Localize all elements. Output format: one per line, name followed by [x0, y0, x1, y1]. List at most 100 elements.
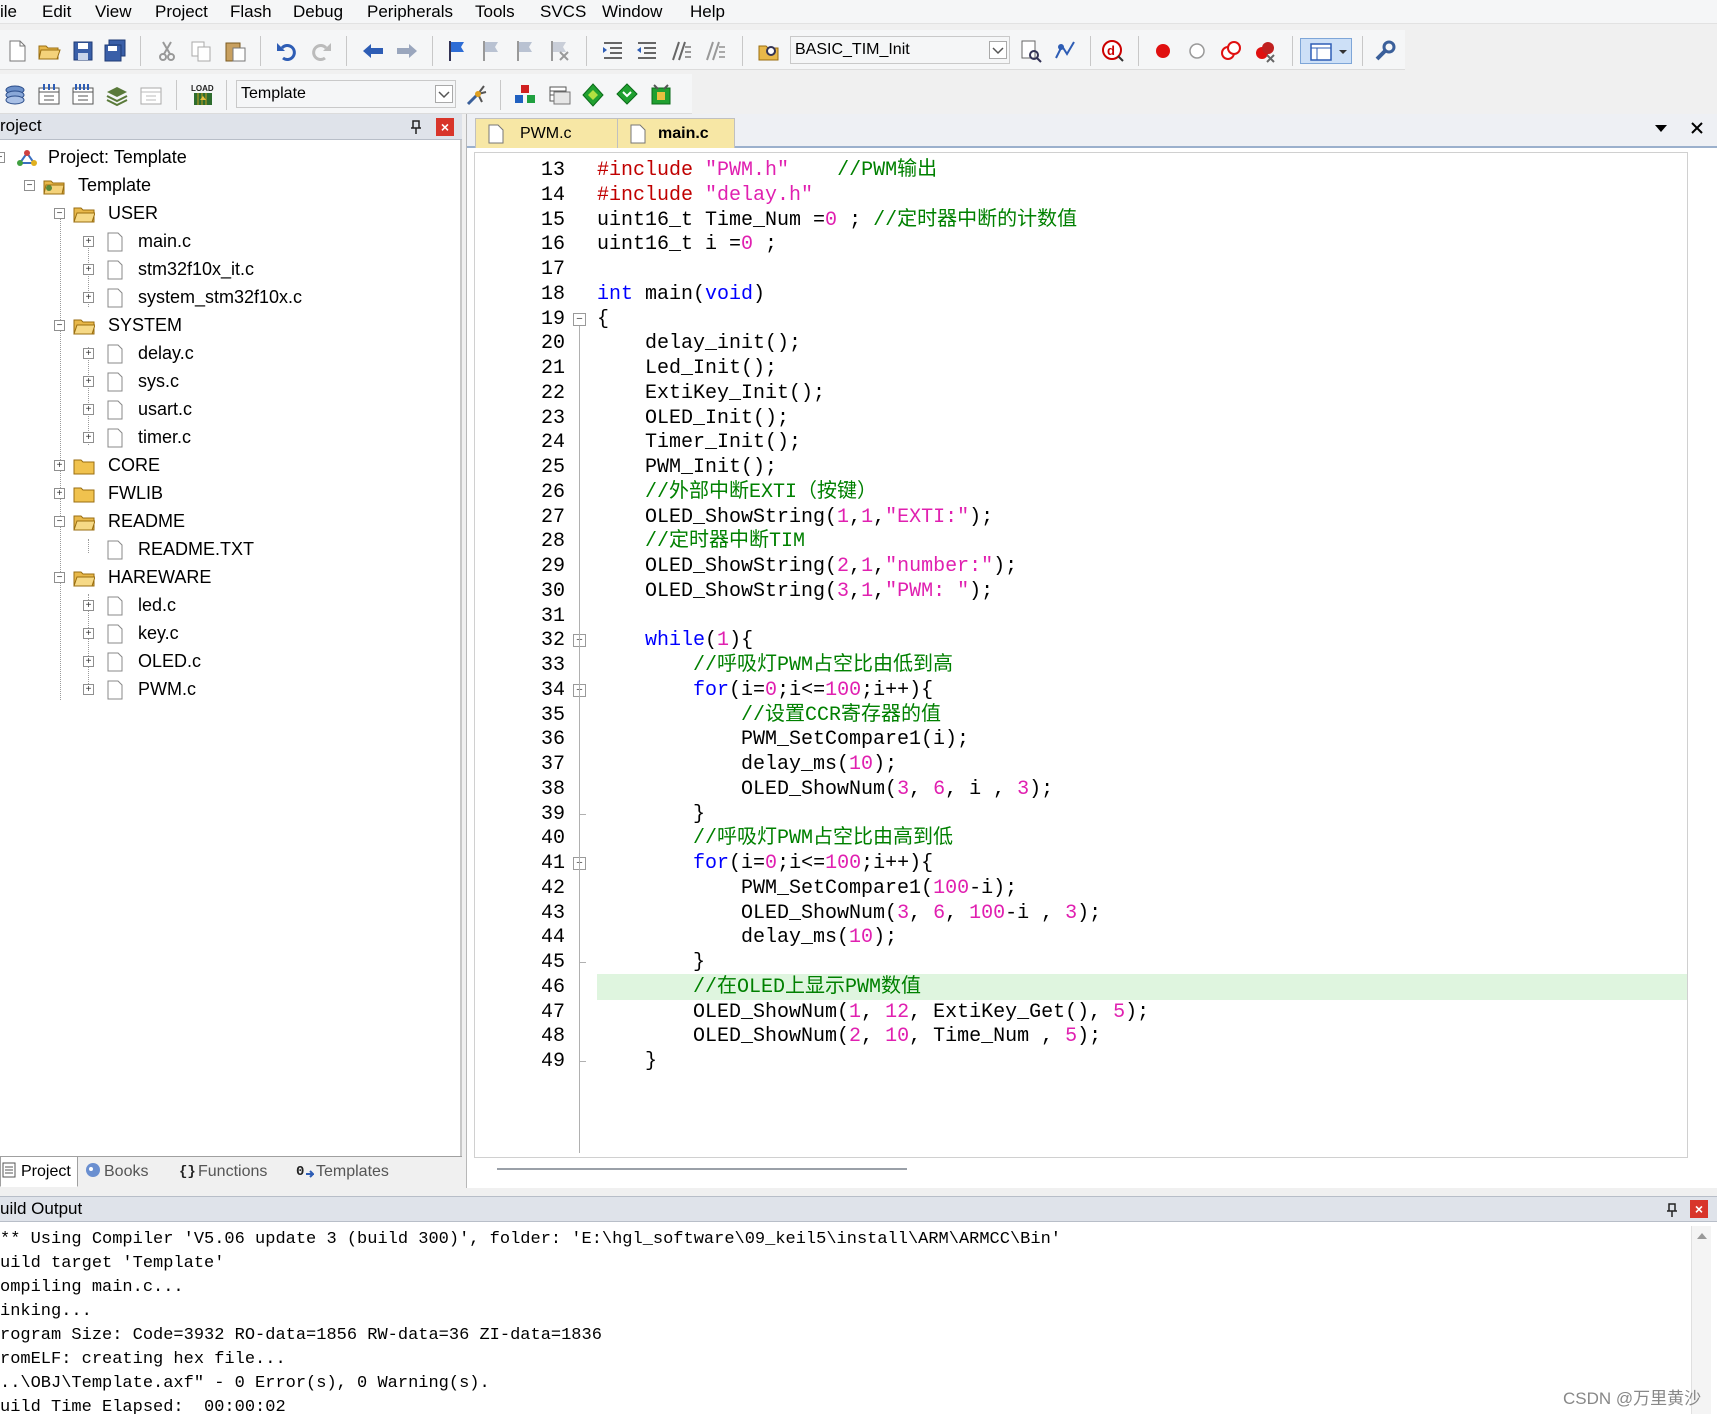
pack-installer-icon[interactable] — [580, 82, 606, 108]
tree-file[interactable]: + key.c — [0, 620, 450, 648]
tree-file[interactable]: + OLED.c — [0, 648, 450, 676]
tree-file[interactable]: + led.c — [0, 592, 450, 620]
menu-svcs[interactable]: SVCS — [540, 1, 586, 23]
paste-icon[interactable] — [222, 38, 248, 64]
tree-file[interactable]: + system_stm32f10x.c — [0, 284, 450, 312]
target-options-icon[interactable] — [464, 82, 490, 108]
fold-collapse-icon[interactable]: − — [573, 312, 586, 326]
tab-project[interactable]: Project — [0, 1157, 78, 1187]
select-packs-icon[interactable] — [546, 82, 572, 108]
save-icon[interactable] — [70, 38, 96, 64]
target-select[interactable]: Template — [236, 80, 456, 108]
find-icon[interactable] — [1018, 38, 1044, 64]
incremental-find-icon[interactable] — [1052, 38, 1078, 64]
expand-icon[interactable]: + — [83, 432, 94, 443]
expand-icon[interactable]: + — [83, 600, 94, 611]
chevron-down-icon[interactable] — [435, 85, 453, 103]
tab-books[interactable]: Books — [84, 1157, 170, 1187]
prev-bookmark-icon[interactable] — [478, 38, 504, 64]
nav-back-icon[interactable] — [360, 38, 386, 64]
copy-icon[interactable] — [188, 38, 214, 64]
tree-file[interactable]: + PWM.c — [0, 676, 450, 704]
expand-icon[interactable]: + — [83, 236, 94, 247]
editor-tab-pwm[interactable]: PWM.c — [475, 118, 621, 148]
clear-bookmarks-icon[interactable] — [546, 38, 572, 64]
tree-file[interactable]: + usart.c — [0, 396, 450, 424]
nav-forward-icon[interactable] — [394, 38, 420, 64]
expand-icon[interactable]: + — [83, 684, 94, 695]
collapse-icon[interactable]: − — [0, 152, 5, 163]
tree-target[interactable]: − Template — [0, 172, 450, 200]
debug-session-icon[interactable]: d — [1100, 38, 1126, 64]
editor-tab-main[interactable]: main.c — [617, 118, 735, 148]
disable-all-breakpoints-icon[interactable] — [1218, 38, 1244, 64]
redo-icon[interactable] — [308, 38, 334, 64]
cut-icon[interactable] — [154, 38, 180, 64]
tab-templates[interactable]: 0 Templates — [296, 1157, 412, 1187]
menu-window[interactable]: Window — [602, 1, 662, 23]
expand-icon[interactable]: + — [54, 460, 65, 471]
undo-icon[interactable] — [274, 38, 300, 64]
tree-group-user[interactable]: − USER — [0, 200, 450, 228]
close-icon[interactable]: × — [436, 118, 454, 136]
pin-icon[interactable] — [1664, 1202, 1680, 1218]
menu-peripherals[interactable]: Peripherals — [367, 1, 453, 23]
close-icon[interactable]: × — [1690, 1200, 1708, 1218]
configure-icon[interactable] — [1372, 38, 1398, 64]
horizontal-scrollbar[interactable] — [497, 1168, 907, 1172]
breakpoint-icon[interactable] — [1150, 38, 1176, 64]
expand-icon[interactable]: + — [83, 264, 94, 275]
close-editor-icon[interactable] — [1689, 120, 1705, 140]
batch-build-icon[interactable] — [104, 82, 130, 108]
code-editor[interactable]: 13 14 15 16 17 18 19 20 21 22 23 24 25 26 27 28 29 30 31 32… — [474, 152, 1688, 1158]
menu-project[interactable]: Project — [155, 1, 208, 23]
collapse-icon[interactable]: − — [54, 516, 65, 527]
save-all-icon[interactable] — [102, 38, 128, 64]
expand-icon[interactable]: + — [83, 628, 94, 639]
open-folder-icon[interactable] — [36, 38, 62, 64]
menu-flash[interactable]: Flash — [230, 1, 272, 23]
tree-group-system[interactable]: − SYSTEM — [0, 312, 450, 340]
bookmark-icon[interactable] — [444, 38, 470, 64]
find-in-files-icon[interactable] — [756, 38, 782, 64]
expand-icon[interactable]: + — [83, 348, 94, 359]
manage-rte-icon[interactable] — [614, 82, 640, 108]
manage-components-icon[interactable] — [512, 82, 538, 108]
new-file-icon[interactable] — [4, 38, 30, 64]
collapse-icon[interactable]: − — [54, 320, 65, 331]
expand-icon[interactable]: + — [54, 488, 65, 499]
tree-group-readme[interactable]: − README — [0, 508, 450, 536]
stop-build-icon[interactable] — [138, 82, 164, 108]
find-combo[interactable]: BASIC_TIM_Init — [790, 36, 1010, 64]
menu-help[interactable]: Help — [690, 1, 725, 23]
expand-icon[interactable]: + — [83, 292, 94, 303]
menu-edit[interactable]: Edit — [42, 1, 71, 23]
expand-icon[interactable]: + — [83, 404, 94, 415]
tree-group-hareware[interactable]: − HAREWARE — [0, 564, 450, 592]
kill-all-breakpoints-icon[interactable] — [1252, 38, 1278, 64]
comment-icon[interactable] — [668, 38, 694, 64]
chevron-down-icon[interactable] — [989, 41, 1007, 59]
tree-root-project[interactable]: − Project: Template — [0, 144, 450, 172]
tab-list-dropdown-icon[interactable] — [1653, 120, 1669, 140]
tree-file[interactable]: + timer.c — [0, 424, 450, 452]
tree-file[interactable]: + delay.c — [0, 340, 450, 368]
tree-group-core[interactable]: + CORE — [0, 452, 450, 480]
tree-file[interactable]: README.TXT — [0, 536, 450, 564]
environment-icon[interactable] — [648, 82, 674, 108]
window-layout-icon[interactable] — [1300, 38, 1352, 64]
pin-icon[interactable] — [408, 119, 424, 135]
menu-view[interactable]: View — [95, 1, 132, 23]
menu-tools[interactable]: Tools — [475, 1, 515, 23]
unindent-icon[interactable] — [634, 38, 660, 64]
next-bookmark-icon[interactable] — [512, 38, 538, 64]
indent-icon[interactable] — [600, 38, 626, 64]
collapse-icon[interactable]: − — [54, 208, 65, 219]
menu-file[interactable]: ile — [0, 1, 17, 23]
download-icon[interactable]: LOAD — [190, 82, 216, 108]
translate-icon[interactable] — [2, 82, 28, 108]
tree-file[interactable]: + main.c — [0, 228, 450, 256]
tree-group-fwlib[interactable]: + FWLIB — [0, 480, 450, 508]
tree-file[interactable]: + stm32f10x_it.c — [0, 256, 450, 284]
expand-icon[interactable]: + — [83, 656, 94, 667]
